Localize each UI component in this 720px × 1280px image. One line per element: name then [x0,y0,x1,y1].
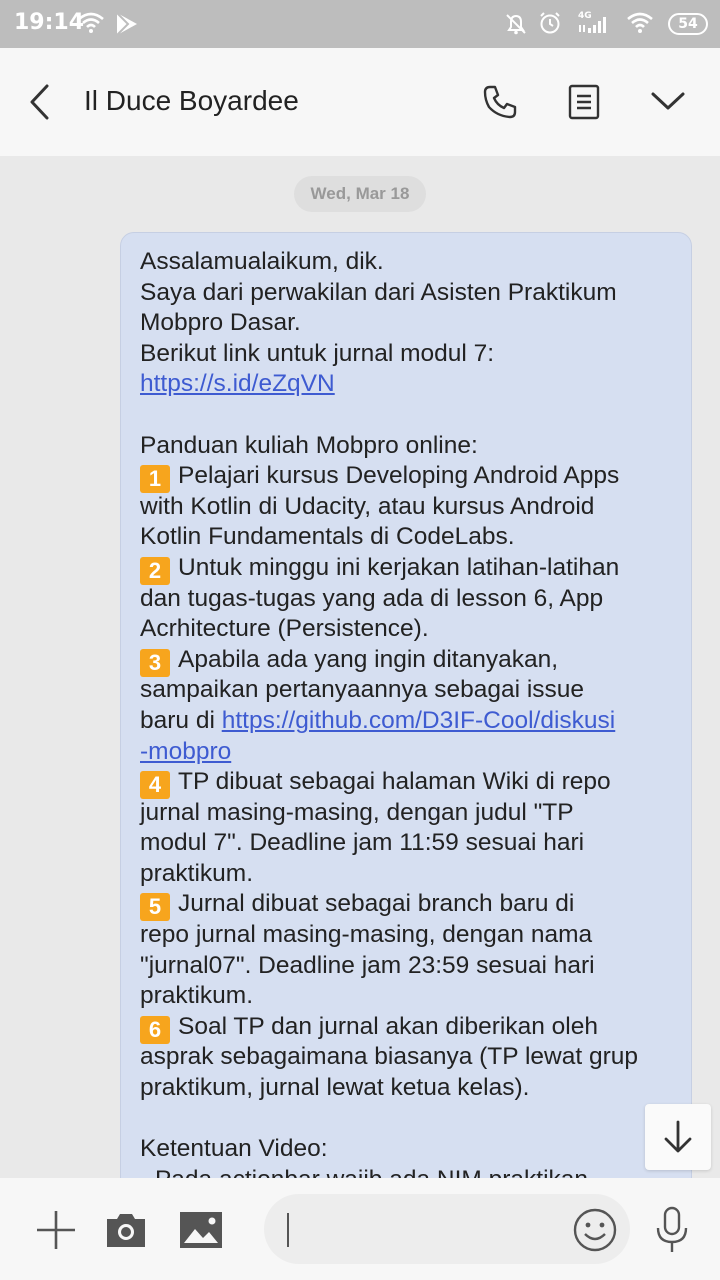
more-options-button[interactable] [648,82,688,122]
message-line: Ketentuan Video: [140,1135,328,1163]
contact-name[interactable]: Il Duce Boyardee [84,85,299,117]
status-bar: 19:14 4G 54 [0,0,720,48]
message-line: 4 TP dibuat sebagai halaman Wiki di repo [140,767,673,800]
message-line: 1 Pelajari kursus Developing Android Apps [140,461,673,494]
battery-indicator: 54 [668,13,708,35]
message-composer [0,1178,720,1280]
scroll-to-bottom-button[interactable] [645,1104,711,1170]
microphone-icon [656,1206,688,1252]
camera-button[interactable] [104,1210,148,1250]
github-link[interactable]: https://github.com/D3IF-Cool/diskusi [222,707,616,734]
message-line: praktikum. [140,982,254,1010]
phone-icon [483,85,517,119]
message-text: TP dibuat sebagai halaman Wiki di repo [178,768,611,796]
details-icon [568,84,600,120]
keycap-three-icon: 3 [140,648,170,677]
chevron-down-icon [651,92,685,110]
message-line: dan tugas-tugas yang ada di lesson 6, Ap… [140,584,604,612]
text-cursor [287,1213,289,1247]
message-bubble[interactable]: Assalamualaikum, dik. Saya dari perwakil… [120,232,692,1178]
message-text: Jurnal dibuat sebagai branch baru di [178,890,575,918]
wifi-icon [626,12,654,38]
gallery-button[interactable] [178,1210,224,1250]
status-time: 19:14 [14,10,85,35]
message-line: https://s.id/eZqVN [140,369,673,400]
arrow-down-icon [664,1120,692,1153]
message-line: Berikut link untuk jurnal modul 7: [140,339,495,367]
message-line: repo jurnal masing-masing, dengan nama [140,921,593,949]
play-store-icon [114,11,140,41]
keycap-six-icon: 6 [140,1015,170,1044]
message-line: "jurnal07". Deadline jam 23:59 sesuai ha… [140,951,595,979]
message-line: baru di https://github.com/D3IF-Cool/dis… [140,706,673,737]
cell-signal-icon [578,14,612,38]
emoji-icon [573,1208,617,1252]
message-line: 5 Jurnal dibuat sebagai branch baru di [140,889,673,922]
message-text: baru di [140,706,222,734]
message-line: Panduan kuliah Mobpro online: [140,431,478,459]
message-text: Apabila ada yang ingin ditanyakan, [178,645,559,673]
message-text: Pelajari kursus Developing Android Apps [178,462,620,490]
date-separator: Wed, Mar 18 [294,176,426,212]
gallery-icon [180,1212,222,1248]
message-line: Kotlin Fundamentals di CodeLabs. [140,523,515,551]
message-line: praktikum. [140,859,254,887]
message-line: with Kotlin di Udacity, atau kursus Andr… [140,492,595,520]
conversation-view[interactable]: Wed, Mar 18 Assalamualaikum, dik. Saya d… [0,156,720,1178]
message-line: 6 Soal TP dan jurnal akan diberikan oleh [140,1012,673,1044]
notifications-off-icon [504,12,528,40]
message-line: Assalamualaikum, dik. [140,248,384,275]
wifi-icon [78,12,104,38]
chat-header: Il Duce Boyardee [0,48,720,156]
call-button[interactable] [480,82,520,122]
alarm-icon [538,11,562,39]
message-text: Untuk minggu ini kerjakan latihan-latiha… [178,553,620,581]
message-line: 2 Untuk minggu ini kerjakan latihan-latih… [140,553,673,585]
back-button[interactable] [20,82,60,122]
message-line: - Pada actionbar wajib ada NIM praktikan [140,1165,673,1178]
camera-icon [107,1214,145,1247]
attach-button[interactable] [34,1208,78,1252]
message-line: Acrhitecture (Persistence). [140,615,429,643]
message-line: asprak sebagaimana biasanya (TP lewat gr… [140,1043,639,1071]
back-arrow-icon [30,84,49,120]
message-text: Soal TP dan jurnal akan diberikan oleh [178,1012,598,1040]
keycap-two-icon: 2 [140,556,170,585]
plus-icon [37,1211,75,1249]
message-line: praktikum, jurnal lewat ketua kelas). [140,1074,530,1102]
message-line: Saya dari perwakilan dari Asisten Prakti… [140,278,617,306]
emoji-button[interactable] [572,1207,618,1253]
keycap-four-icon: 4 [140,771,170,800]
message-line: Mobpro Dasar. [140,309,301,337]
keycap-one-icon: 1 [140,465,170,494]
message-line: 3 Apabila ada yang ingin ditanyakan, [140,645,673,677]
message-line: -mobpro [140,737,673,768]
message-line: modul 7". Deadline jam 11:59 sesuai hari [140,829,585,857]
message-line: sampaikan pertanyaannya sebagai issue [140,676,585,704]
voice-button[interactable] [652,1206,692,1254]
details-button[interactable] [564,82,604,122]
github-link-continued[interactable]: -mobpro [140,738,231,765]
keycap-five-icon: 5 [140,893,170,922]
journal-link[interactable]: https://s.id/eZqVN [140,370,335,397]
message-line: jurnal masing-masing, dengan judul "TP [140,798,574,826]
